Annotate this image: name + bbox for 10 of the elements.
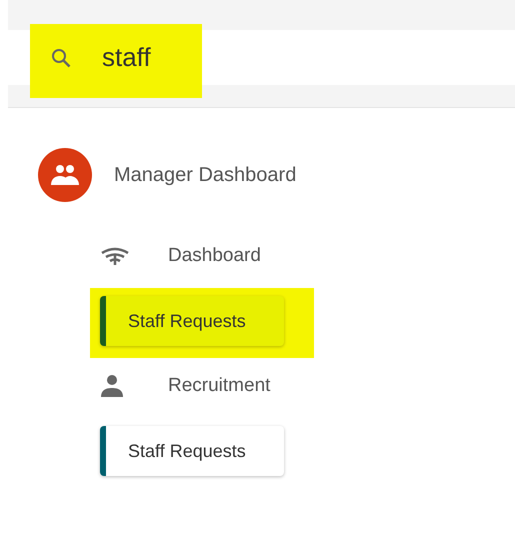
- nav-card[interactable]: Staff Requests: [100, 426, 284, 476]
- person-icon: [100, 375, 124, 397]
- nav-link[interactable]: Dashboard: [168, 242, 261, 270]
- signal-icon: [100, 247, 130, 265]
- search-field[interactable]: staff: [102, 38, 151, 77]
- nav-card[interactable]: Staff Requests: [100, 296, 284, 346]
- search-icon: [50, 46, 72, 68]
- people-icon: [50, 164, 80, 186]
- section-title: Manager Dashboard: [114, 163, 296, 188]
- nav-link[interactable]: Recruitment: [168, 372, 270, 400]
